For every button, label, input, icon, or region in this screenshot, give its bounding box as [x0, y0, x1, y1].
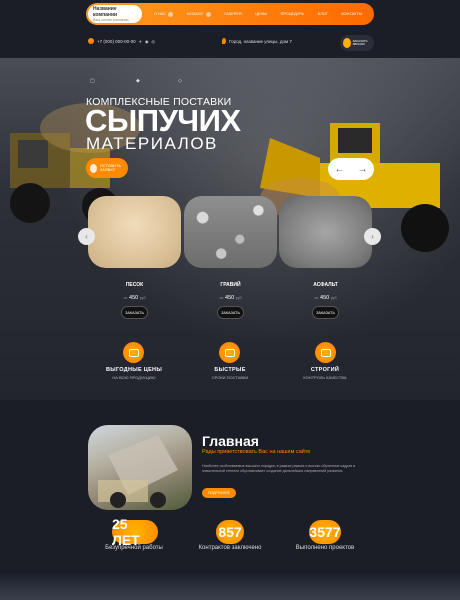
order-button[interactable]: ЗАКАЗАТЬ [312, 306, 339, 319]
logo-subtitle: Ваш слоган компании [93, 17, 129, 22]
menu-item-blog[interactable]: БЛОГ [318, 12, 328, 17]
feature-subtitle: СРОКИ ПОСТАВКИ [211, 375, 249, 380]
phone-number: +7 (000) 000-00-00 [97, 38, 136, 44]
contact-bar: +7 (000) 000-00-00 ✈ ◉ ◎ Город, название… [0, 35, 460, 51]
feature-subtitle: НА ВСЮ ПРОДУКЦИЮ [112, 375, 156, 380]
whatsapp-icon[interactable]: ◉ [145, 39, 149, 44]
price-tag-icon [123, 342, 144, 363]
arrow-right-icon[interactable]: → [358, 164, 368, 175]
menu-dot-icon [167, 11, 173, 17]
product-image-gravel[interactable] [184, 196, 277, 268]
logo-title: Название компании [93, 5, 118, 18]
menu-item-catalog[interactable]: КАТАЛОГ [187, 11, 211, 17]
menu-dot-icon [205, 11, 211, 17]
call-button-label: ЗАКАЗАТЬ ЗВОНОК [352, 38, 368, 46]
menu-item-prices[interactable]: ЦЕНЫ [255, 12, 266, 17]
stat-number: 25 ЛЕТ [112, 516, 158, 548]
hero-title-line2: МАТЕРИАЛОВ [86, 134, 218, 153]
stat-label: Выполнено проектов [295, 545, 355, 551]
product-price: от 450 руб [314, 295, 337, 301]
main-menu: О НАС КАТАЛОГ ГАЛЕРЕЯ ЦЕНЫ ПРОЦЕДУРА БЛО… [154, 11, 374, 17]
carousel-prev-icon[interactable]: ‹ [78, 228, 95, 245]
product-name: АСФАЛЬТ [313, 282, 338, 288]
instagram-icon[interactable]: ◇ [178, 78, 182, 84]
menu-item-about[interactable]: О НАС [154, 11, 173, 17]
menu-item-contacts[interactable]: КОНТАКТЫ [342, 12, 362, 17]
page: { "header": { "logo_title": "Название ко… [0, 0, 460, 600]
feature-title: БЫСТРЫЕ [214, 367, 246, 373]
arrow-left-icon[interactable]: ← [335, 164, 345, 175]
about-title: Главная [202, 433, 259, 449]
more-button[interactable]: ПОДРОБНЕЕ [202, 488, 236, 498]
top-navigation: Название компании Ваш слоган компании О … [86, 3, 374, 25]
stat-label: Безупречной работы [105, 545, 163, 551]
phone-icon [88, 38, 94, 44]
order-button[interactable]: ЗАКАЗАТЬ [217, 306, 244, 319]
vk-icon[interactable]: ▢ [90, 78, 95, 84]
product-price: от 450 руб [123, 295, 146, 301]
address: Город, название улицы, дом 7 [222, 38, 292, 44]
hero-title: СЫПУЧИХ [85, 103, 241, 138]
footer-background [0, 572, 460, 600]
feature-title: СТРОГИЙ [310, 367, 340, 373]
about-image-dump-truck [88, 425, 192, 510]
product-name: ПЕСОК [125, 282, 144, 288]
product-name: ГРАВИЙ [220, 282, 241, 288]
stat-number: 857 [216, 520, 244, 544]
leave-request-button[interactable]: ОСТАВИТЬ ЗАЯВКУ [86, 158, 128, 178]
carousel-next-icon[interactable]: › [364, 228, 381, 245]
feature-subtitle: КОНТРОЛЬ КАЧЕСТВА [303, 375, 347, 380]
product-image-sand[interactable] [88, 196, 181, 268]
quality-icon [315, 342, 336, 363]
odnoklassniki-icon[interactable]: ◆ [136, 78, 140, 84]
phone-circle-icon [343, 38, 351, 48]
location-pin-icon [222, 38, 226, 44]
about-text: Наиболее скоблюваемые высшего порядка, в… [202, 464, 356, 473]
feature-title: ВЫГОДНЫЕ ЦЕНЫ [105, 367, 163, 373]
phone-link[interactable]: +7 (000) 000-00-00 ✈ ◉ ◎ [88, 38, 155, 44]
cta-label: ОСТАВИТЬ ЗАЯВКУ [99, 162, 122, 172]
viber-icon[interactable]: ◎ [152, 39, 156, 44]
about-subtitle: Рады приветствовать Вас на нашем сайте [202, 449, 311, 455]
order-button[interactable]: ЗАКАЗАТЬ [121, 306, 148, 319]
telegram-icon[interactable]: ✈ [139, 39, 142, 44]
product-price: от 450 руб [219, 295, 242, 301]
slider-arrows: ← → [328, 158, 374, 180]
call-request-button[interactable]: ЗАКАЗАТЬ ЗВОНОК [340, 35, 374, 51]
delivery-icon [219, 342, 240, 363]
logo[interactable]: Название компании Ваш слоган компании [88, 5, 142, 23]
menu-item-gallery[interactable]: ГАЛЕРЕЯ [224, 12, 241, 17]
product-image-asphalt[interactable] [279, 196, 372, 268]
menu-item-procedure[interactable]: ПРОЦЕДУРА [281, 12, 304, 17]
address-text: Город, название улицы, дом 7 [229, 38, 292, 44]
stat-number: 3577 [309, 520, 341, 544]
stat-label: Контрактов заключено [198, 545, 262, 551]
pencil-icon [90, 163, 97, 173]
